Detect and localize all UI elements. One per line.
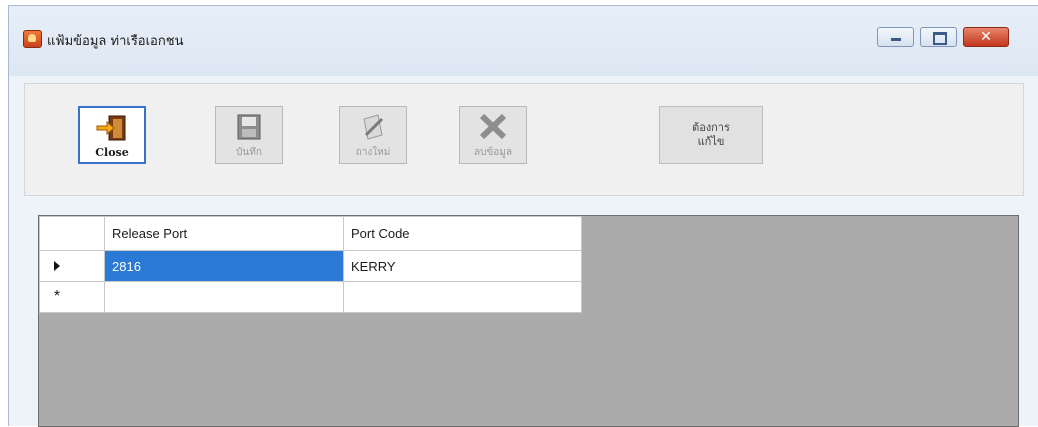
close-x-icon: ✕ <box>980 29 992 45</box>
window-title: แฟ้มข้อมูล ท่าเรือเอกชน <box>47 34 184 49</box>
edit-button[interactable]: ต้องการ แก้ไข <box>659 106 763 164</box>
app-window: แฟ้มข้อมูล ท่าเรือเอกชน ✕ Close บันทึก ถ… <box>8 5 1038 427</box>
close-label: Close <box>95 146 129 159</box>
new-label: ถางใหม่ <box>355 147 391 158</box>
save-label: บันทึก <box>236 147 262 158</box>
port-table: Release Port Port Code 2816 KERRY * <box>39 216 582 313</box>
new-row-selector[interactable]: * <box>39 281 105 313</box>
release-port-cell[interactable]: 2816 <box>104 250 344 282</box>
new-row-star-icon: * <box>53 288 61 305</box>
toolbar: Close บันทึก ถางใหม่ ลบข้อมูล ต้องการ แก… <box>24 83 1024 196</box>
maximize-button[interactable] <box>920 27 957 47</box>
row-selector[interactable] <box>39 250 105 282</box>
current-row-arrow-icon <box>54 260 60 271</box>
data-grid[interactable]: Release Port Port Code 2816 KERRY * <box>38 215 1019 427</box>
delete-label: ลบข้อมูล <box>473 147 513 158</box>
close-window-button[interactable]: ✕ <box>963 27 1009 47</box>
floppy-disk-icon <box>237 114 261 140</box>
port-code-cell[interactable]: KERRY <box>343 250 582 282</box>
row-header-corner <box>39 216 105 251</box>
edit-label: ต้องการ แก้ไข <box>692 121 730 148</box>
table-row[interactable]: 2816 KERRY <box>39 250 582 282</box>
new-button[interactable]: ถางใหม่ <box>339 106 407 164</box>
delete-button[interactable]: ลบข้อมูล <box>459 106 527 164</box>
app-icon <box>23 30 42 48</box>
exit-door-icon <box>96 115 126 141</box>
delete-x-icon <box>479 113 507 140</box>
title-bar[interactable]: แฟ้มข้อมูล ท่าเรือเอกชน ✕ <box>9 6 1038 76</box>
new-row[interactable]: * <box>39 281 582 313</box>
column-header-port-code[interactable]: Port Code <box>343 216 582 251</box>
column-header-release-port[interactable]: Release Port <box>104 216 344 251</box>
save-button[interactable]: บันทึก <box>215 106 283 164</box>
new-port-code-cell[interactable] <box>343 281 582 313</box>
new-release-port-cell[interactable] <box>104 281 344 313</box>
minimize-button[interactable] <box>877 27 914 47</box>
close-button[interactable]: Close <box>78 106 146 164</box>
edit-pencil-icon <box>363 114 384 140</box>
header-row: Release Port Port Code <box>39 216 582 251</box>
